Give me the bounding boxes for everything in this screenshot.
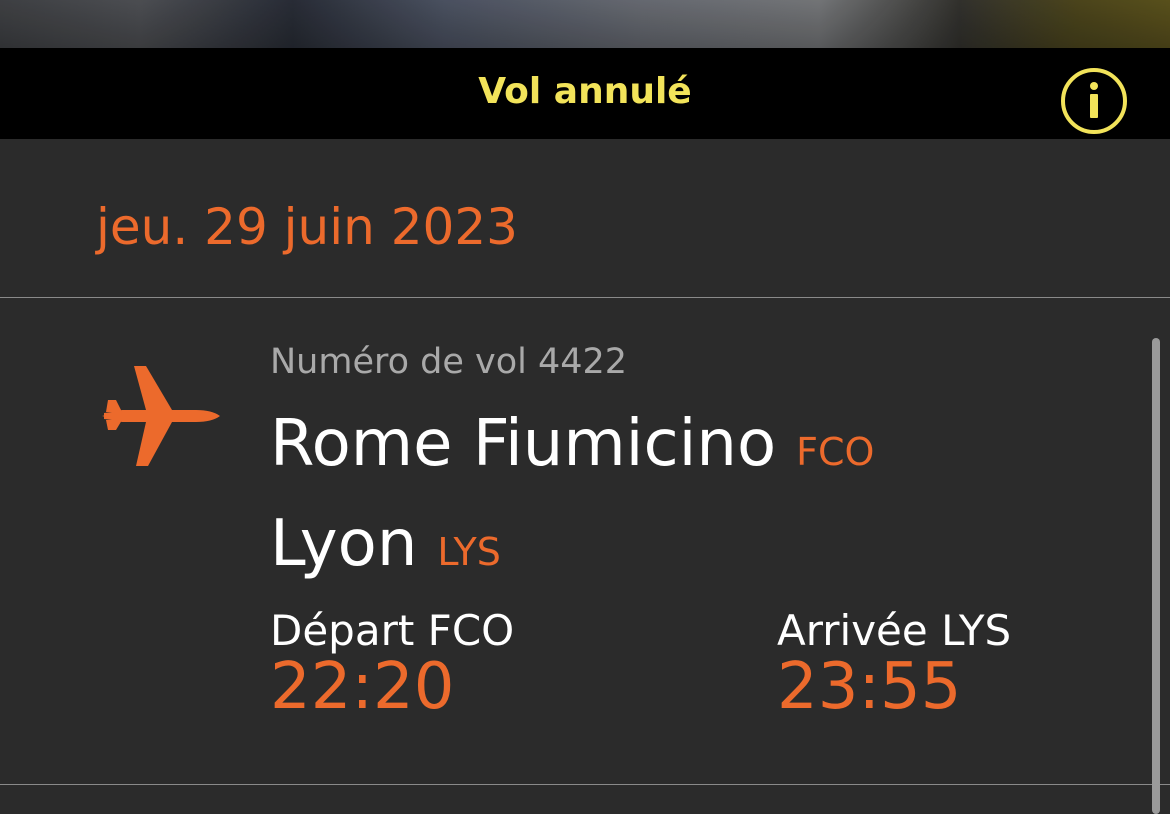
- background-image-strip: [0, 0, 1170, 48]
- info-circle-icon: [1090, 82, 1098, 118]
- arrival-label: Arrivée LYS: [777, 606, 1012, 655]
- flight-number: Numéro de vol 4422: [270, 342, 628, 382]
- flight-date: jeu. 29 juin 2023: [96, 198, 518, 256]
- origin-code: FCO: [796, 430, 875, 474]
- info-button[interactable]: [1061, 68, 1127, 134]
- flight-card[interactable]: Numéro de vol 4422 Rome Fiumicino FCO Lyo…: [0, 298, 1170, 784]
- arrival-block: Arrivée LYS 23:55: [777, 606, 1011, 722]
- origin-line: Rome Fiumicino FCO: [270, 406, 874, 490]
- departure-block: Départ FCO 22:20: [270, 606, 514, 722]
- header-title: Vol annulé: [478, 71, 692, 112]
- flight-status-screen: Vol annulé jeu. 29 juin 2023 Numéro de v…: [0, 0, 1170, 814]
- arrival-time: 23:55: [777, 650, 962, 724]
- destination-line: Lyon LYS: [270, 506, 501, 590]
- origin-city: Rome Fiumicino: [270, 407, 777, 481]
- destination-code: LYS: [437, 530, 501, 574]
- destination-city: Lyon: [270, 507, 418, 581]
- departure-label: Départ FCO: [270, 606, 515, 655]
- departure-time: 22:20: [270, 650, 455, 724]
- divider: [0, 784, 1170, 785]
- airplane-icon: [102, 366, 220, 466]
- status-header: Vol annulé: [0, 48, 1170, 139]
- date-section: jeu. 29 juin 2023: [0, 139, 1170, 297]
- scrollbar[interactable]: [1152, 338, 1160, 814]
